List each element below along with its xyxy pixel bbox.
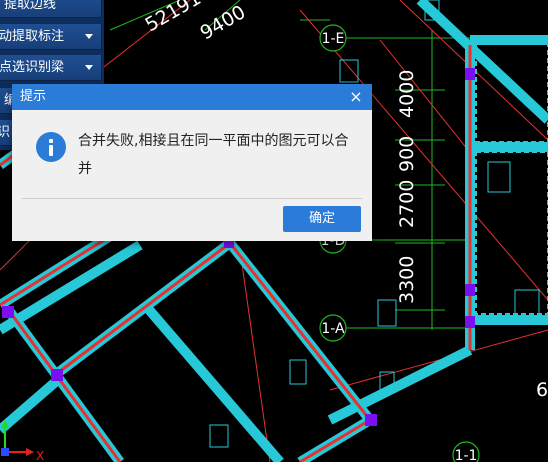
side-button-label: 提取边线 [4,0,57,12]
chevron-down-icon[interactable] [85,65,93,70]
side-button-label: 识 [0,120,10,145]
prompt-dialog: 提示 × 合并失败,相接且在同一平面中的图元可以合并 确定 [12,84,372,241]
dialog-title: 提示 [20,89,47,104]
column-node [465,316,475,328]
column-node [465,68,475,80]
column-node [465,284,475,296]
chevron-down-icon[interactable] [85,34,93,39]
dimension-text: 900 [396,136,418,172]
origin-square-icon [1,448,9,456]
side-button-label: 动提取标注 [0,29,65,44]
axis-label: 1-E [322,31,345,47]
column-node [2,306,14,318]
axis-label: 1-A [321,321,345,337]
x-axis-label: X [36,449,44,462]
side-button-label: 点选识别梁 [0,60,65,75]
auto-extract-annotation-button[interactable]: 动提取标注 [0,24,102,50]
axis-label: 1-1 [455,448,478,462]
point-select-beam-button[interactable]: 点选识别梁 [0,55,102,81]
edge-number: 6 [536,379,548,401]
ok-button[interactable]: 确定 [283,206,361,232]
dialog-titlebar[interactable]: 提示 × [12,84,372,110]
column-node [365,414,377,426]
dialog-message: 合并失败,相接且在同一平面中的图元可以合并 [78,133,349,177]
dimension-text: 2700 [396,180,418,228]
dimension-text: 4000 [396,70,418,118]
close-icon[interactable]: × [348,89,364,105]
info-icon [36,132,66,162]
dialog-divider [22,198,362,199]
extract-edge-button[interactable]: 提取边线 [0,0,102,18]
column-node [51,369,63,381]
dimension-text: 3300 [396,256,418,304]
